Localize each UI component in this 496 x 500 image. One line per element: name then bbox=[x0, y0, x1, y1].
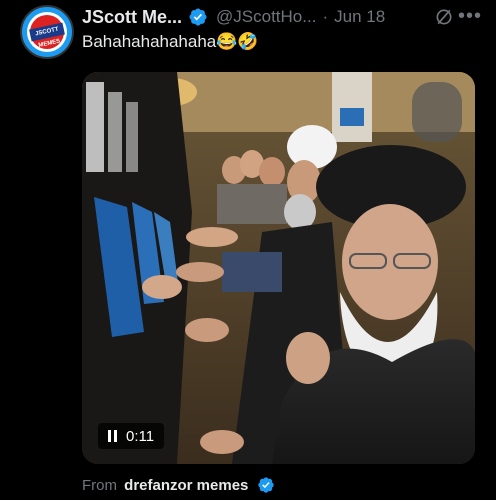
avatar-logo-text: JSCOTT MEMES bbox=[29, 22, 65, 49]
grok-icon[interactable] bbox=[434, 7, 454, 27]
verified-badge-icon bbox=[189, 8, 207, 26]
pause-icon[interactable] bbox=[108, 430, 118, 442]
video-timer[interactable]: 0:11 bbox=[98, 423, 165, 449]
handle[interactable]: @JScottHo... bbox=[216, 7, 316, 27]
media-source: From drefanzor memes bbox=[82, 476, 275, 494]
avatar-ring: JSCOTT MEMES bbox=[27, 12, 67, 52]
display-name[interactable]: JScott Me... bbox=[82, 7, 182, 28]
source-from-label: From bbox=[82, 477, 117, 494]
more-options-icon[interactable]: ••• bbox=[458, 5, 482, 28]
tweet-avatar[interactable]: JSCOTT MEMES bbox=[20, 5, 74, 59]
tweet-header: JScott Me... @JScottHo... · Jun 18 bbox=[82, 5, 482, 29]
tweet-date[interactable]: Jun 18 bbox=[334, 7, 385, 27]
source-account-name[interactable]: drefanzor memes bbox=[124, 477, 248, 494]
avatar-logo: JSCOTT MEMES bbox=[29, 15, 65, 49]
verified-badge-icon bbox=[257, 477, 274, 493]
video-player[interactable]: 0:11 bbox=[82, 72, 475, 464]
video-time: 0:11 bbox=[126, 427, 155, 445]
separator-dot: · bbox=[322, 7, 329, 26]
tweet-text: Bahahahahahaha😂🤣 bbox=[82, 32, 259, 51]
video-frame bbox=[82, 72, 475, 464]
